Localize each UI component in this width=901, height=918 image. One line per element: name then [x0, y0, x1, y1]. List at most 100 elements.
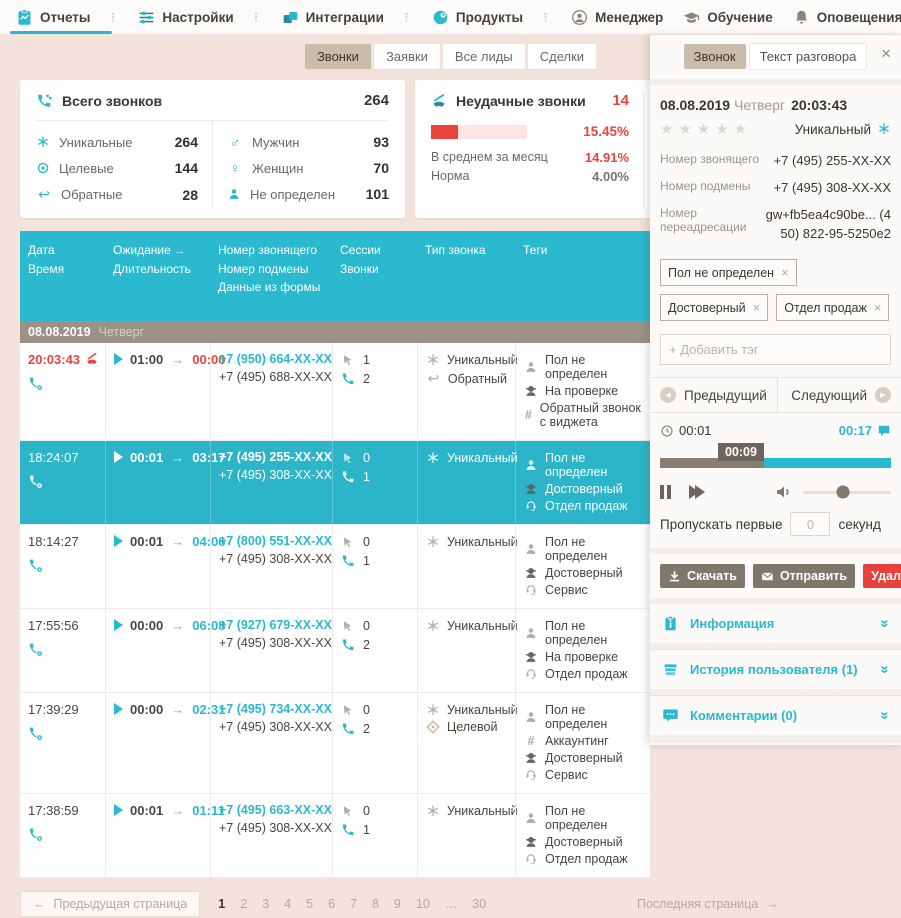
- caller-number[interactable]: +7 (495) 663-XX-XX: [219, 803, 324, 817]
- volume-knob[interactable]: [836, 486, 849, 499]
- send-button[interactable]: Отправить: [753, 564, 855, 588]
- nav-tab-products[interactable]: Продукты ⋮: [416, 0, 555, 34]
- caller-number[interactable]: +7 (927) 679-XX-XX: [219, 618, 324, 632]
- page-number[interactable]: 6: [328, 897, 335, 911]
- col-header-date[interactable]: ДатаВремя: [20, 241, 105, 297]
- page-number[interactable]: 30: [472, 897, 486, 911]
- cell-sessions: 0 1: [332, 441, 417, 524]
- nav-item-manager[interactable]: Менеджер: [555, 0, 667, 34]
- calls-count: 1: [363, 823, 370, 837]
- stat-value: 70: [373, 160, 389, 176]
- subtab-calls[interactable]: Звонки: [305, 44, 371, 69]
- col-header-type[interactable]: Тип звонка: [417, 241, 515, 297]
- tab-menu-dots-icon[interactable]: ⋮: [107, 11, 118, 24]
- tab-menu-dots-icon[interactable]: ⋮: [540, 11, 551, 24]
- nav-item-education[interactable]: Обучение: [667, 0, 776, 34]
- table-row[interactable]: 17:38:59 00:01→01:11 +7 (495) 663-XX-XX …: [20, 794, 650, 878]
- cell-tags: Пол не определен Достоверный Отдел прода…: [515, 441, 650, 524]
- table-row[interactable]: 20:03:43 01:00→00:00 +7 (950) 664-XX-XX …: [20, 343, 650, 441]
- cursor-icon: [341, 804, 355, 818]
- settings-icon: [138, 9, 155, 26]
- comment-bubble-icon[interactable]: [877, 424, 891, 438]
- col-header-numbers[interactable]: Номер звонящегоНомер подменыДанные из фо…: [210, 241, 332, 297]
- seek-bar-remaining[interactable]: [764, 458, 891, 468]
- failed-progress-fill: [431, 125, 458, 139]
- play-icon[interactable]: [114, 451, 123, 463]
- failed-progress-bar: [431, 125, 527, 139]
- table-row[interactable]: 17:55:56 00:00→06:08 +7 (927) 679-XX-XX …: [20, 609, 650, 693]
- remove-tag-icon[interactable]: ×: [781, 265, 789, 280]
- tag-chip[interactable]: Достоверный×: [660, 294, 768, 321]
- page-number[interactable]: 3: [262, 897, 269, 911]
- play-icon[interactable]: [114, 703, 123, 715]
- speaker-icon[interactable]: [775, 484, 793, 500]
- accordion-comments[interactable]: Комментарии (0) »: [650, 695, 901, 735]
- skip-seconds-input[interactable]: [790, 512, 830, 536]
- tab-menu-dots-icon[interactable]: ⋮: [401, 11, 412, 24]
- page-number[interactable]: 7: [350, 897, 357, 911]
- page-number[interactable]: 4: [284, 897, 291, 911]
- fast-forward-button[interactable]: [689, 485, 705, 499]
- callback-widget-icon[interactable]: [28, 827, 44, 843]
- last-page-button[interactable]: Последняя страница →: [637, 897, 779, 911]
- add-tag-input[interactable]: [660, 334, 891, 365]
- table-row[interactable]: 18:14:27 00:01→04:06 +7 (800) 551-XX-XX …: [20, 525, 650, 609]
- return-arrow-icon: ↩: [36, 186, 52, 203]
- play-icon[interactable]: [114, 535, 123, 547]
- tag-chip[interactable]: Отдел продаж×: [776, 294, 889, 321]
- page-number[interactable]: 10: [416, 897, 430, 911]
- subtab-all-leads[interactable]: Все лиды: [443, 44, 525, 69]
- download-button[interactable]: Скачать: [660, 564, 745, 588]
- close-icon[interactable]: ×: [881, 45, 891, 62]
- pause-button[interactable]: [660, 485, 671, 499]
- nav-tab-settings[interactable]: Настройки ⋮: [122, 0, 265, 34]
- caller-number[interactable]: +7 (495) 734-XX-XX: [219, 702, 324, 716]
- next-call-button[interactable]: Следующий ▶: [777, 378, 901, 412]
- callback-widget-icon[interactable]: [28, 726, 44, 742]
- nav-item-notifications[interactable]: Оповещения: [777, 0, 901, 34]
- seek-bar[interactable]: 00:09: [660, 458, 891, 468]
- tag-label: Пол не определен: [545, 451, 642, 479]
- app-root: Отчеты ⋮ Настройки ⋮ Интеграции ⋮ Продук…: [0, 0, 901, 745]
- remove-tag-icon[interactable]: ×: [753, 300, 761, 315]
- delete-button[interactable]: Удалить: [863, 564, 901, 588]
- callback-widget-icon[interactable]: [28, 558, 44, 574]
- callback-widget-icon[interactable]: [28, 642, 44, 658]
- accordion-information[interactable]: Информация »: [650, 604, 901, 643]
- col-header-tags[interactable]: Теги: [515, 241, 650, 297]
- page-number[interactable]: 2: [240, 897, 247, 911]
- col-header-wait[interactable]: Ожидание →Длительность: [105, 241, 210, 297]
- panel-tab-call[interactable]: Звонок: [684, 44, 746, 69]
- accordion-user-history[interactable]: История пользователя (1) »: [650, 649, 901, 689]
- caller-number[interactable]: +7 (950) 664-XX-XX: [219, 352, 324, 366]
- tab-menu-dots-icon[interactable]: ⋮: [251, 11, 262, 24]
- table-row-selected[interactable]: 18:24:07 00:01→03:17 +7 (495) 255-XX-XX …: [20, 441, 650, 525]
- caller-number[interactable]: +7 (800) 551-XX-XX: [219, 534, 324, 548]
- subtab-requests[interactable]: Заявки: [374, 44, 440, 69]
- play-icon[interactable]: [114, 353, 123, 365]
- page-number[interactable]: 1: [218, 897, 225, 911]
- play-icon[interactable]: [114, 619, 123, 631]
- prev-call-button[interactable]: ◀ Предыдущий: [650, 378, 777, 412]
- prev-page-button[interactable]: ← Предыдущая страница: [20, 891, 200, 917]
- col-header-sessions[interactable]: СессииЗвонки: [332, 241, 417, 297]
- table-row[interactable]: 17:39:29 00:00→02:31 +7 (495) 734-XX-XX …: [20, 693, 650, 794]
- page-number[interactable]: 9: [394, 897, 401, 911]
- volume-slider[interactable]: [803, 491, 891, 494]
- accordion-label: Комментарии (0): [690, 708, 797, 723]
- accordion-client[interactable]: Клиент »: [650, 741, 901, 745]
- page-number[interactable]: 8: [372, 897, 379, 911]
- caller-number[interactable]: +7 (495) 255-XX-XX: [219, 450, 324, 464]
- page-number[interactable]: 5: [306, 897, 313, 911]
- nav-tab-integrations[interactable]: Интеграции ⋮: [266, 0, 416, 34]
- remove-tag-icon[interactable]: ×: [874, 300, 882, 315]
- nav-tab-reports[interactable]: Отчеты ⋮: [0, 0, 122, 34]
- panel-tab-transcript[interactable]: Текст разговора: [749, 43, 868, 70]
- call-time: 20:03:43: [28, 352, 80, 367]
- tag-chip[interactable]: Пол не определен×: [660, 259, 797, 286]
- rating-stars[interactable]: ★★★★★: [660, 120, 752, 138]
- callback-widget-icon[interactable]: [28, 474, 44, 490]
- subtab-deals[interactable]: Сделки: [528, 44, 596, 69]
- callback-widget-icon[interactable]: [28, 376, 44, 392]
- play-icon[interactable]: [114, 804, 123, 816]
